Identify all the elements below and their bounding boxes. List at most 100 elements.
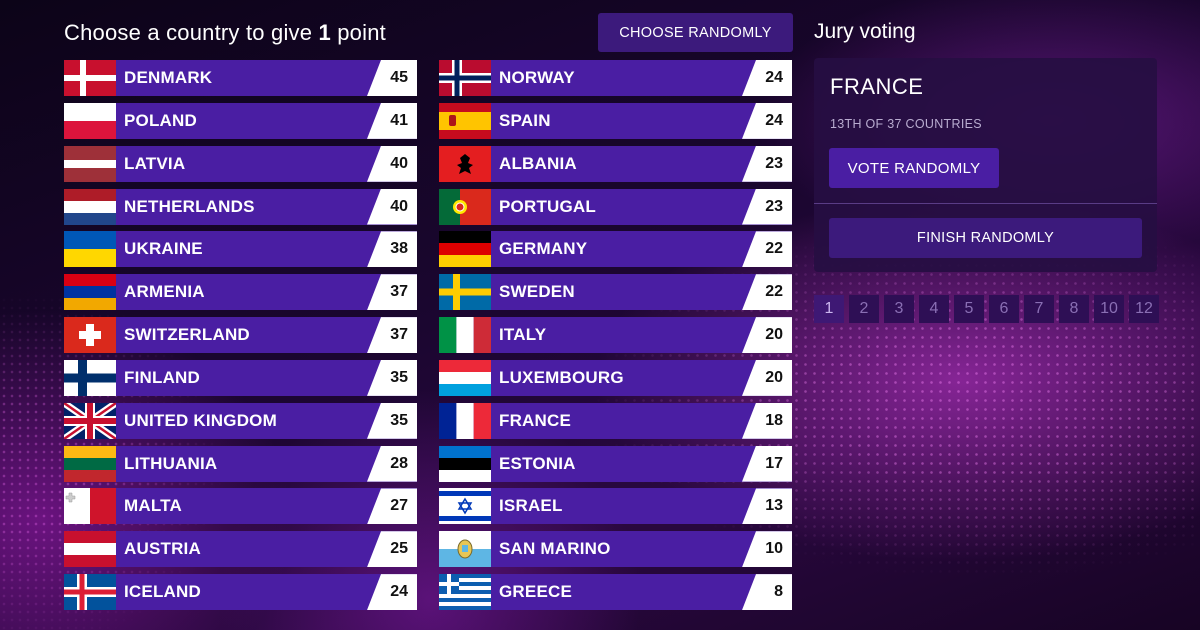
germany-flag-icon: [439, 231, 491, 268]
title-prefix: Choose a country to give: [64, 20, 319, 45]
point-button-6[interactable]: 6: [989, 295, 1019, 323]
country-row-netherlands[interactable]: NETHERLANDS 40: [64, 188, 417, 225]
choose-randomly-button[interactable]: CHOOSE RANDOMLY: [598, 13, 793, 52]
point-button-4[interactable]: 4: [919, 295, 949, 323]
estonia-flag-icon: [439, 445, 491, 482]
lithuania-flag-icon: [64, 445, 116, 482]
point-button-10[interactable]: 10: [1094, 295, 1124, 323]
country-score: 27: [367, 488, 417, 525]
portugal-flag-icon: [439, 188, 491, 225]
armenia-flag-icon: [64, 274, 116, 311]
country-row-israel[interactable]: ISRAEL 13: [439, 488, 792, 525]
country-score: 20: [742, 317, 792, 354]
country-score: 23: [742, 188, 792, 225]
country-row-lithuania[interactable]: LITHUANIA 28: [64, 445, 417, 482]
poland-flag-icon: [64, 102, 116, 139]
finish-randomly-button[interactable]: FINISH RANDOMLY: [829, 218, 1142, 258]
country-row-switzerland[interactable]: SWITZERLAND 37: [64, 317, 417, 354]
country-score: 24: [742, 60, 792, 96]
country-score: 24: [742, 102, 792, 139]
jury-rank: 13TH OF 37 COUNTRIES: [830, 117, 982, 131]
spain-flag-icon: [439, 102, 491, 139]
country-row-latvia[interactable]: LATVIA 40: [64, 145, 417, 182]
jury-voting-title: Jury voting: [814, 20, 916, 43]
country-score: 45: [367, 60, 417, 96]
point-button-5[interactable]: 5: [954, 295, 984, 323]
point-button-12[interactable]: 12: [1129, 295, 1159, 323]
country-list-left: DENMARK 45 POLAND 41 LATVIA 40 NETHERLAN…: [64, 60, 417, 617]
country-row-france[interactable]: FRANCE 18: [439, 402, 792, 439]
jury-country: FRANCE: [830, 74, 924, 99]
sweden-flag-icon: [439, 274, 491, 311]
country-row-germany[interactable]: GERMANY 22: [439, 231, 792, 268]
switzerland-flag-icon: [64, 317, 116, 354]
country-score: 8: [742, 574, 792, 611]
country-score: 35: [367, 359, 417, 396]
luxembourg-flag-icon: [439, 359, 491, 396]
country-score: 37: [367, 317, 417, 354]
country-score: 18: [742, 402, 792, 439]
ukraine-flag-icon: [64, 231, 116, 268]
country-row-spain[interactable]: SPAIN 24: [439, 102, 792, 139]
vote-randomly-button[interactable]: VOTE RANDOMLY: [829, 148, 999, 188]
country-row-albania[interactable]: ALBANIA 23: [439, 145, 792, 182]
country-score: 23: [742, 145, 792, 182]
country-row-san-marino[interactable]: SAN MARINO 10: [439, 531, 792, 568]
country-score: 28: [367, 445, 417, 482]
country-row-ukraine[interactable]: UKRAINE 38: [64, 231, 417, 268]
country-row-united-kingdom[interactable]: UNITED KINGDOM 35: [64, 402, 417, 439]
country-score: 17: [742, 445, 792, 482]
point-button-1[interactable]: 1: [814, 295, 844, 323]
points-value: 1: [318, 20, 331, 45]
israel-flag-icon: [439, 488, 491, 525]
point-button-7[interactable]: 7: [1024, 295, 1054, 323]
albania-flag-icon: [439, 145, 491, 182]
country-row-norway[interactable]: NORWAY 24: [439, 60, 792, 96]
iceland-flag-icon: [64, 574, 116, 611]
country-row-portugal[interactable]: PORTUGAL 23: [439, 188, 792, 225]
country-score: 22: [742, 274, 792, 311]
netherlands-flag-icon: [64, 188, 116, 225]
france-flag-icon: [439, 402, 491, 439]
country-row-greece[interactable]: GREECE 8: [439, 574, 792, 611]
title-suffix: point: [330, 20, 386, 45]
country-score: 37: [367, 274, 417, 311]
country-score: 40: [367, 188, 417, 225]
point-button-3[interactable]: 3: [884, 295, 914, 323]
country-row-luxembourg[interactable]: LUXEMBOURG 20: [439, 359, 792, 396]
point-button-2[interactable]: 2: [849, 295, 879, 323]
country-score: 40: [367, 145, 417, 182]
norway-flag-icon: [439, 60, 491, 96]
country-row-iceland[interactable]: ICELAND 24: [64, 574, 417, 611]
country-score: 35: [367, 402, 417, 439]
country-row-estonia[interactable]: ESTONIA 17: [439, 445, 792, 482]
latvia-flag-icon: [64, 145, 116, 182]
point-button-8[interactable]: 8: [1059, 295, 1089, 323]
country-row-sweden[interactable]: SWEDEN 22: [439, 274, 792, 311]
country-score: 20: [742, 359, 792, 396]
country-score: 22: [742, 231, 792, 268]
country-row-italy[interactable]: ITALY 20: [439, 317, 792, 354]
san-marino-flag-icon: [439, 531, 491, 568]
page-title: Choose a country to give 1 point: [64, 20, 386, 46]
country-score: 13: [742, 488, 792, 525]
denmark-flag-icon: [64, 60, 116, 96]
country-row-finland[interactable]: FINLAND 35: [64, 359, 417, 396]
country-row-armenia[interactable]: ARMENIA 37: [64, 274, 417, 311]
country-row-austria[interactable]: AUSTRIA 25: [64, 531, 417, 568]
points-selector: 1 2 3 4 5 6 7 8 10 12: [814, 295, 1159, 323]
malta-flag-icon: [64, 488, 116, 525]
country-list-right: NORWAY 24 SPAIN 24 ALBANIA 23 PORTUGAL 2…: [439, 60, 792, 617]
country-score: 38: [367, 231, 417, 268]
country-score: 10: [742, 531, 792, 568]
panel-divider: [814, 203, 1157, 204]
austria-flag-icon: [64, 531, 116, 568]
country-row-poland[interactable]: POLAND 41: [64, 102, 417, 139]
jury-panel: FRANCE 13TH OF 37 COUNTRIES VOTE RANDOML…: [814, 58, 1157, 272]
country-row-denmark[interactable]: DENMARK 45: [64, 60, 417, 96]
country-row-malta[interactable]: MALTA 27: [64, 488, 417, 525]
country-score: 24: [367, 574, 417, 611]
italy-flag-icon: [439, 317, 491, 354]
united-kingdom-flag-icon: [64, 402, 116, 439]
finland-flag-icon: [64, 359, 116, 396]
